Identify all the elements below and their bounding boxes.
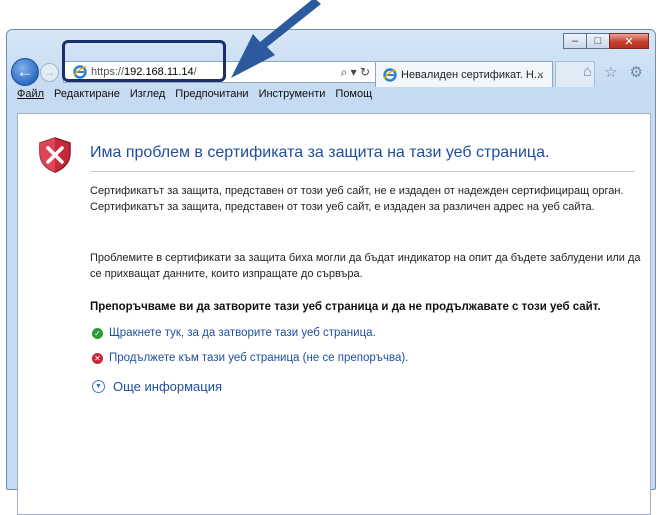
minimize-button[interactable]: – bbox=[563, 33, 587, 49]
browser-window: – □ ✕ ← → https://192.168.11.14/ ⌕ ▾ ↻ Н… bbox=[6, 29, 656, 515]
menu-edit[interactable]: Редактиране bbox=[54, 88, 120, 106]
forward-button[interactable]: → bbox=[40, 63, 59, 82]
address-bar-tools[interactable]: ⌕ ▾ ↻ bbox=[341, 65, 370, 80]
close-page-link[interactable]: ✓ Щракнете тук, за да затворите тази уеб… bbox=[92, 327, 376, 339]
certificate-problems-text: Сертификатът за защита, представен от то… bbox=[90, 185, 624, 213]
menu-tools[interactable]: Инструменти bbox=[259, 88, 326, 106]
tab-title: Невалиден сертификат. Н... bbox=[401, 69, 543, 81]
callout-arrow-icon bbox=[231, 0, 321, 78]
url-highlight-box bbox=[62, 40, 226, 82]
close-window-button[interactable]: ✕ bbox=[609, 33, 649, 49]
settings-gear-icon[interactable]: ⚙ bbox=[630, 63, 643, 81]
toolbar-icons: ⌂ ☆ ⚙ bbox=[583, 63, 643, 81]
more-info-toggle[interactable]: ▼ Още информация bbox=[92, 379, 222, 394]
menu-help[interactable]: Помощ bbox=[335, 88, 372, 106]
menu-bar: Файл Редактиране Изглед Предпочитани Инс… bbox=[7, 88, 655, 106]
shield-error-icon bbox=[39, 137, 71, 173]
menu-file[interactable]: Файл bbox=[17, 88, 44, 106]
tab-certificate-error[interactable]: Невалиден сертификат. Н... × bbox=[375, 61, 553, 87]
menu-view[interactable]: Изглед bbox=[130, 88, 165, 106]
continue-page-link[interactable]: ✕ Продължете към тази уеб страница (не с… bbox=[92, 352, 408, 364]
home-icon[interactable]: ⌂ bbox=[583, 63, 592, 81]
tab-close-icon[interactable]: × bbox=[537, 68, 544, 82]
divider bbox=[90, 171, 635, 172]
recommendation-text: Препоръчваме ви да затворите тази уеб ст… bbox=[90, 301, 601, 313]
warning-explanation-text: Проблемите в сертификати за защита биха … bbox=[90, 252, 641, 280]
menu-favorites[interactable]: Предпочитани bbox=[175, 88, 248, 106]
window-controls: – □ ✕ bbox=[563, 33, 649, 49]
ie-logo-icon bbox=[383, 68, 397, 82]
maximize-button[interactable]: □ bbox=[586, 33, 610, 49]
page-title: Има проблем в сертификата за защита на т… bbox=[90, 144, 550, 161]
chevron-down-icon: ▼ bbox=[92, 380, 105, 393]
check-shield-icon: ✓ bbox=[92, 327, 103, 339]
error-shield-icon: ✕ bbox=[92, 352, 103, 364]
back-button[interactable]: ← bbox=[11, 58, 39, 86]
certificate-error-page: Има проблем в сертификата за защита на т… bbox=[17, 113, 651, 515]
favorites-icon[interactable]: ☆ bbox=[604, 63, 617, 81]
